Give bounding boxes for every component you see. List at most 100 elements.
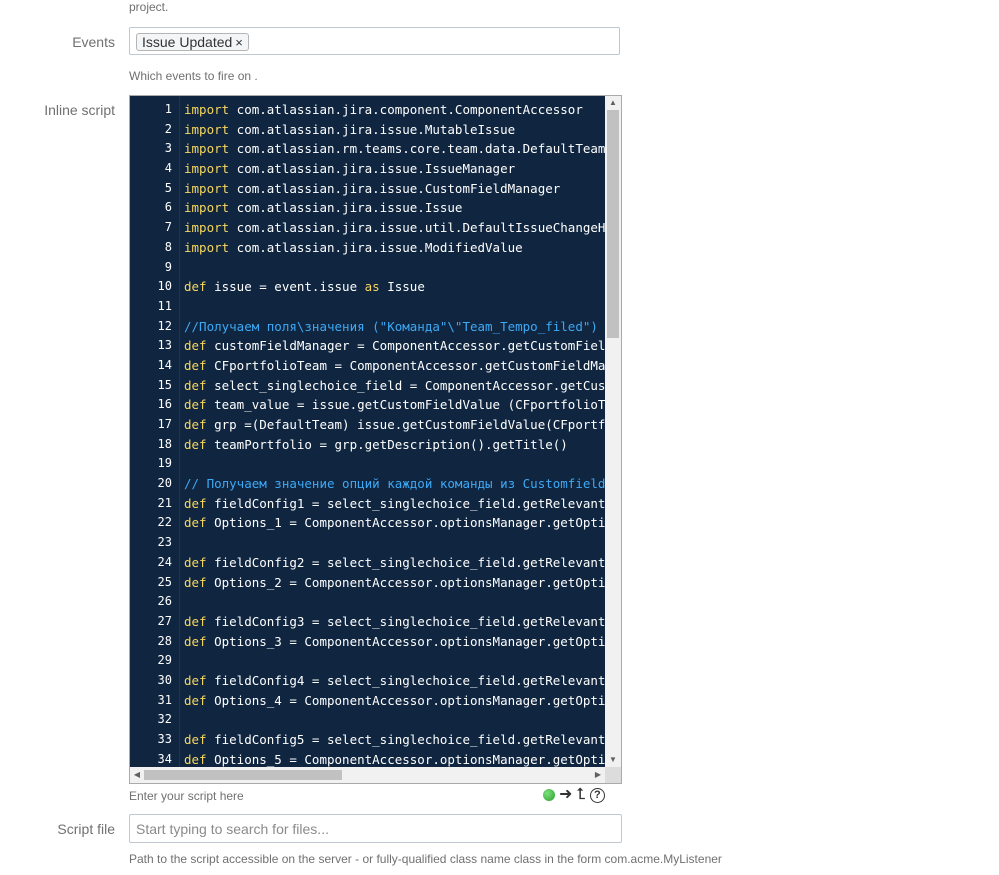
code-keyword: def (184, 279, 207, 295)
code-text: Options_3 = ComponentAccessor.optionsMan… (206, 633, 605, 649)
code-line: def Options_5 = ComponentAccessor.option… (184, 750, 605, 767)
code-line: def Options_1 = ComponentAccessor.option… (184, 513, 605, 533)
script-file-input[interactable] (129, 814, 622, 843)
events-multiselect[interactable]: Issue Updated × (129, 27, 620, 55)
line-number: 32 (157, 712, 172, 727)
code-text: com.atlassian.jira.issue.MutableIssue (229, 121, 516, 137)
code-keyword: def (184, 751, 207, 767)
code-text: fieldConfig2 = select_singlechoice_field… (206, 554, 605, 570)
code-comment: // Получаем значение опций каждой команд… (184, 476, 605, 492)
code-content[interactable]: import com.atlassian.jira.component.Comp… (184, 96, 605, 767)
line-number: 31 (157, 692, 172, 707)
code-keyword: def (184, 732, 207, 747)
code-keyword: def (184, 672, 207, 688)
code-text: Options_4 = ComponentAccessor.optionsMan… (206, 692, 605, 708)
vertical-scrollbar[interactable]: ▲ ▼ (605, 96, 621, 767)
code-text: com.atlassian.jira.issue.Issue (229, 200, 463, 216)
line-number: 17 (157, 417, 172, 431)
status-ok-icon[interactable] (543, 789, 555, 801)
code-text: Options_1 = ComponentAccessor.optionsMan… (206, 515, 605, 531)
line-number: 23 (157, 535, 172, 550)
line-number: 18 (157, 436, 172, 451)
events-help-text: Which events to fire on . (129, 69, 258, 83)
code-line: def fieldConfig1 = select_singlechoice_f… (184, 494, 605, 514)
code-keyword: import (184, 220, 230, 236)
line-number: 28 (157, 633, 172, 648)
code-text: com.atlassian.rm.teams.core.team.data.De… (229, 141, 605, 157)
line-number: 9 (164, 259, 172, 274)
code-keyword: def (184, 397, 207, 413)
line-number: 3 (164, 141, 172, 156)
code-line: def fieldConfig5 = select_singlechoice_f… (184, 730, 605, 750)
previous-field-description: project. (129, 0, 169, 14)
code-text: grp =(DefaultTeam) issue.getCustomFieldV… (206, 417, 605, 432)
line-number: 14 (157, 357, 172, 372)
code-keyword: def (184, 613, 207, 629)
code-line: def grp =(DefaultTeam) issue.getCustomFi… (184, 415, 605, 435)
line-number: 11 (157, 298, 172, 313)
line-number: 25 (157, 574, 172, 589)
code-line: //Получаем поля\значения ("Команда"\"Tea… (184, 317, 605, 337)
code-keyword: def (184, 574, 207, 590)
code-text: com.atlassian.jira.issue.CustomFieldMana… (229, 180, 561, 196)
code-keyword: def (184, 554, 207, 570)
code-comment: //Получаем поля\значения ("Команда"\"Tea… (184, 318, 598, 334)
code-text: com.atlassian.jira.issue.IssueManager (229, 161, 516, 177)
code-keyword: def (184, 436, 207, 452)
code-line: import com.atlassian.jira.issue.CustomFi… (184, 179, 605, 199)
code-keyword: def (184, 692, 207, 708)
line-number: 15 (157, 377, 172, 392)
code-text: fieldConfig4 = select_singlechoice_field… (206, 672, 605, 688)
code-line: import com.atlassian.jira.issue.Modified… (184, 238, 605, 258)
editor-toolbar: ➜ ⮤ ? (543, 786, 605, 804)
scroll-left-icon[interactable]: ◀ (130, 767, 144, 783)
line-number: 13 (157, 338, 172, 353)
code-keyword: def (184, 417, 207, 432)
code-line: def fieldConfig3 = select_singlechoice_f… (184, 612, 605, 632)
remove-tag-icon[interactable]: × (235, 35, 243, 50)
line-number: 12 (157, 318, 172, 333)
code-text: issue = event.issue (206, 279, 365, 295)
code-text: com.atlassian.jira.issue.util.DefaultIss… (229, 220, 605, 236)
code-keyword: import (184, 239, 230, 255)
scrollbar-corner (605, 767, 621, 783)
line-number: 1 (164, 102, 172, 116)
line-number: 27 (157, 613, 172, 628)
horizontal-scroll-thumb[interactable] (144, 770, 342, 780)
code-text: customFieldManager = ComponentAccessor.g… (206, 338, 605, 354)
line-number-gutter: 1 2 3 4 5 6 7 8 9 10 11 12 13 14 15 16 17 18 19 20 21 22 23 24 2… (130, 96, 180, 783)
code-line: import com.atlassian.jira.issue.MutableI… (184, 120, 605, 140)
help-icon[interactable]: ? (589, 787, 605, 803)
inline-script-label: Inline script (44, 102, 115, 118)
code-text: com.atlassian.jira.component.ComponentAc… (229, 102, 583, 117)
script-file-help-text: Path to the script accessible on the ser… (129, 852, 722, 866)
horizontal-scrollbar[interactable]: ◀ ▶ (130, 767, 605, 783)
code-line: import com.atlassian.jira.issue.util.Def… (184, 218, 605, 238)
scroll-down-icon[interactable]: ▼ (605, 753, 621, 767)
code-line: def Options_3 = ComponentAccessor.option… (184, 632, 605, 652)
code-line: import com.atlassian.jira.component.Comp… (184, 100, 605, 120)
line-number: 16 (157, 397, 172, 412)
code-line: def CFportfolioTeam = ComponentAccessor.… (184, 356, 605, 376)
script-file-label: Script file (57, 821, 115, 837)
arrow-right-icon[interactable]: ➜ (559, 786, 572, 804)
line-number: 19 (157, 456, 172, 471)
code-editor[interactable]: 1 2 3 4 5 6 7 8 9 10 11 12 13 14 15 16 17 18 19 20 21 22 23 24 2… (129, 95, 622, 784)
code-keyword: import (184, 121, 230, 137)
code-keyword: def (184, 357, 207, 373)
line-number: 5 (164, 180, 172, 195)
code-line: def Options_4 = ComponentAccessor.option… (184, 691, 605, 711)
code-keyword: as (364, 279, 380, 295)
scroll-up-icon[interactable]: ▲ (605, 96, 621, 110)
scroll-right-icon[interactable]: ▶ (591, 767, 605, 783)
line-number: 33 (157, 732, 172, 746)
code-text: teamPortfolio = grp.getDescription().get… (206, 436, 568, 452)
code-keyword: def (184, 338, 207, 354)
code-text: fieldConfig1 = select_singlechoice_field… (206, 495, 605, 511)
arrow-up-left-icon[interactable]: ⮤ (576, 786, 585, 804)
code-text: Options_2 = ComponentAccessor.optionsMan… (206, 574, 605, 590)
vertical-scroll-thumb[interactable] (607, 110, 619, 338)
